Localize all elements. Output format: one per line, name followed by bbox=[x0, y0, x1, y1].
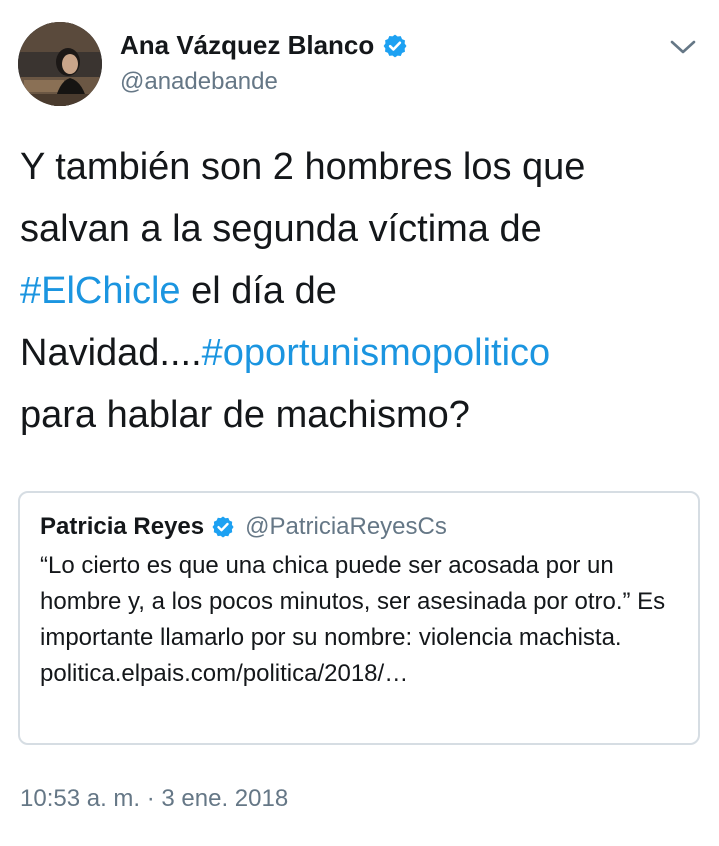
quoted-tweet-text: “Lo cierto es que una chica puede ser ac… bbox=[40, 552, 666, 651]
quoted-author-handle: @PatriciaReyesCs bbox=[245, 513, 447, 540]
quoted-tweet-card[interactable]: Patricia Reyes @PatriciaReyesCs “Lo cier… bbox=[18, 491, 700, 745]
tweet-timestamp[interactable]: 10:53 a. m. · 3 ene. 2018 bbox=[20, 785, 288, 813]
tweet-body: Y también son 2 hombres los que salvan a… bbox=[20, 136, 710, 446]
tweet-line: #ElChicle el día de bbox=[20, 260, 710, 322]
hashtag-link[interactable]: #oportunismopolitico bbox=[202, 332, 551, 374]
quoted-tweet-header: Patricia Reyes @PatriciaReyesCs bbox=[40, 513, 447, 541]
verified-badge-icon bbox=[383, 34, 407, 57]
quoted-tweet-link[interactable]: politica.elpais.com/politica/2018/… bbox=[40, 656, 690, 692]
author-avatar[interactable] bbox=[18, 22, 102, 106]
author-handle[interactable]: @anadebande bbox=[120, 68, 278, 96]
tweet-line: Navidad....#oportunismopolitico bbox=[20, 322, 710, 384]
hashtag-link[interactable]: #ElChicle bbox=[20, 270, 181, 312]
tweet-text-segment: Navidad.... bbox=[20, 332, 202, 374]
tweet-line: Y también son 2 hombres los que bbox=[20, 146, 586, 188]
avatar-photo bbox=[18, 22, 102, 106]
author-name-row: Ana Vázquez Blanco bbox=[120, 30, 408, 61]
chevron-down-icon[interactable] bbox=[668, 32, 698, 62]
tweet-header: Ana Vázquez Blanco @anadebande bbox=[0, 0, 719, 110]
tweet-text-segment: el día de bbox=[180, 270, 337, 312]
tweet-line: para hablar de machismo? bbox=[20, 394, 470, 436]
author-display-name[interactable]: Ana Vázquez Blanco bbox=[120, 30, 374, 61]
quoted-tweet-body: “Lo cierto es que una chica puede ser ac… bbox=[40, 548, 690, 692]
tweet-line: salvan a la segunda víctima de bbox=[20, 208, 542, 250]
quoted-author-name: Patricia Reyes bbox=[40, 513, 205, 540]
verified-badge-icon bbox=[212, 516, 234, 538]
